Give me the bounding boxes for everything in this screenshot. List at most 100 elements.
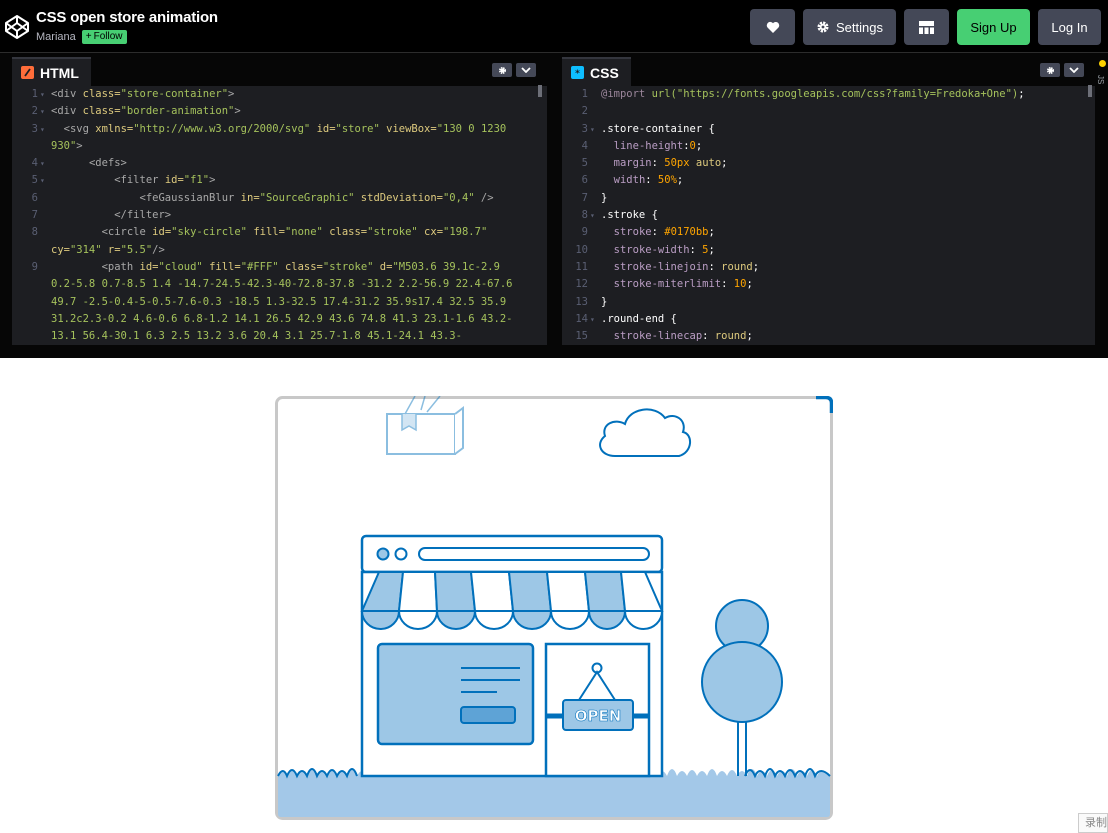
css-settings-button[interactable]	[1040, 63, 1060, 77]
css-editor-controls	[1040, 63, 1084, 77]
fold-arrow-icon[interactable]: ▾	[590, 121, 595, 138]
css-code-line: 12 stroke-miterlimit: 10;	[562, 276, 1095, 293]
editor-resize-bar[interactable]	[0, 345, 1108, 358]
code-text: line-height:0;	[613, 139, 703, 152]
html-editor-header: HTML	[12, 53, 547, 86]
line-number: 7	[581, 191, 588, 204]
fold-arrow-icon[interactable]: ▾	[40, 86, 45, 103]
js-badge-icon	[1099, 60, 1106, 67]
line-number: 7	[31, 209, 38, 222]
line-number: 10	[575, 243, 588, 256]
pen-title: CSS open store animation	[36, 9, 218, 26]
preview-area: OPEN	[0, 358, 1108, 833]
html-language-icon	[21, 66, 34, 79]
html-code-line: 1 ▾ <div class="store-container">	[12, 86, 547, 103]
line-number: 12	[575, 278, 588, 291]
codepen-logo-icon[interactable]	[4, 14, 30, 40]
change-view-button[interactable]	[904, 9, 949, 45]
author-name[interactable]: Mariana	[36, 31, 76, 43]
settings-button[interactable]: Settings	[803, 9, 896, 45]
css-code-line: 8 ▾ .stroke {	[562, 207, 1095, 224]
css-scrollbar[interactable]	[1088, 85, 1092, 97]
css-collapse-button[interactable]	[1064, 63, 1084, 77]
css-code-line: 9 stroke: #0170bb;	[562, 224, 1095, 241]
tab-css[interactable]: * CSS	[562, 57, 631, 86]
author-line: Mariana + Follow	[36, 30, 127, 44]
css-code[interactable]: 1 @import url("https://fonts.googleapis.c…	[562, 86, 1095, 345]
css-code-line: 4 line-height:0;	[562, 138, 1095, 155]
html-collapse-button[interactable]	[516, 63, 536, 77]
sign-up-button[interactable]: Sign Up	[957, 9, 1030, 45]
fold-arrow-icon[interactable]: ▾	[40, 103, 45, 120]
line-number: 13	[575, 295, 588, 308]
line-number: 15	[575, 330, 588, 343]
fold-arrow-icon[interactable]: ▾	[40, 121, 45, 138]
line-number: 6	[31, 191, 38, 204]
css-editor-header: * CSS	[562, 53, 1095, 86]
editor-area: HTML 1 ▾ <div class="store-container"> 2 ▾ <d…	[0, 53, 1108, 345]
store-svg: OPEN	[275, 396, 833, 820]
open-sign-text: OPEN	[575, 707, 622, 725]
svg-text:*: *	[575, 69, 580, 79]
gear-icon	[498, 66, 506, 74]
html-code-line: 5 ▾ <filter id="f1">	[12, 172, 547, 189]
html-code-line: 7 </filter>	[12, 207, 547, 224]
css-code-line: 10 stroke-width: 5;	[562, 242, 1095, 259]
js-collapsed-label[interactable]: JS	[1096, 75, 1105, 84]
fold-arrow-icon[interactable]: ▾	[40, 172, 45, 189]
css-editor[interactable]: * CSS 1 @import url("https://fonts.google…	[562, 53, 1095, 345]
line-number: 6	[581, 174, 588, 187]
log-in-button[interactable]: Log In	[1038, 9, 1101, 45]
code-text: 49.7 -2.5-0.4-5-0.5-7.6-0.3 -18.5 1.3-32…	[51, 295, 507, 308]
fold-arrow-icon[interactable]: ▾	[590, 311, 595, 328]
html-code-line: 8 <circle id="sky-circle" fill="none" cl…	[12, 224, 547, 241]
code-text: stroke-miterlimit: 10;	[613, 278, 753, 291]
line-number: 5	[31, 174, 38, 187]
gear-icon	[817, 21, 829, 33]
js-collapsed-panel[interactable]	[1095, 53, 1108, 345]
fold-arrow-icon[interactable]: ▾	[590, 207, 595, 224]
css-code-line: 6 width: 50%;	[562, 172, 1095, 189]
code-text: .store-container {	[601, 122, 715, 135]
html-code[interactable]: 1 ▾ <div class="store-container"> 2 ▾ <div cl…	[12, 86, 547, 345]
tab-html[interactable]: HTML	[12, 57, 91, 86]
css-language-icon: *	[571, 66, 584, 79]
code-text: <defs>	[88, 157, 127, 170]
code-text: stroke-width: 5;	[613, 243, 715, 256]
code-text: .round-end {	[601, 312, 677, 325]
css-code-line: 14 ▾ .round-end {	[562, 311, 1095, 328]
html-scrollbar[interactable]	[538, 85, 542, 97]
code-text: <path id="cloud" fill="#FFF" class="stro…	[101, 260, 500, 273]
heart-icon	[766, 21, 779, 33]
line-number: 8	[31, 226, 38, 239]
corner-label: 录制	[1078, 813, 1108, 833]
css-code-line: 2	[562, 103, 1095, 120]
html-code-line: 31.2c2.3-0.2 4.6-0.6 6.8-1.2 14.1 26.5 4…	[12, 311, 547, 328]
code-text: <feGaussianBlur in="SourceGraphic" stdDe…	[139, 191, 494, 204]
html-code-line: 6 <feGaussianBlur in="SourceGraphic" std…	[12, 190, 547, 207]
like-button[interactable]	[750, 9, 795, 45]
top-bar: CSS open store animation Mariana + Follo…	[0, 0, 1108, 53]
code-text: <div class="border-animation">	[51, 105, 241, 118]
line-number: 3	[31, 122, 38, 135]
follow-button[interactable]: + Follow	[81, 30, 127, 44]
html-code-line: 9 <path id="cloud" fill="#FFF" class="st…	[12, 259, 547, 276]
html-code-line: 930">	[12, 138, 547, 155]
line-number: 2	[31, 105, 38, 118]
code-text: stroke-linecap: round;	[613, 330, 753, 343]
code-text: @import url("https://fonts.googleapis.co…	[601, 88, 1025, 100]
fold-arrow-icon[interactable]: ▾	[40, 155, 45, 172]
plus-icon: +	[85, 31, 92, 42]
css-code-line: 15 stroke-linecap: round;	[562, 328, 1095, 345]
line-number: 3	[581, 122, 588, 135]
html-editor[interactable]: HTML 1 ▾ <div class="store-container"> 2 ▾ <d…	[12, 53, 547, 345]
html-code-line: cy="314" r="5.5"/>	[12, 242, 547, 259]
follow-label: Follow	[93, 31, 123, 42]
code-text: stroke-linejoin: round;	[613, 260, 760, 273]
line-number: 11	[575, 260, 588, 273]
tab-html-label: HTML	[40, 64, 79, 81]
chevron-down-icon	[1069, 67, 1079, 73]
css-code-line: 1 @import url("https://fonts.googleapis.c…	[562, 86, 1095, 103]
html-settings-button[interactable]	[492, 63, 512, 77]
code-text: }	[601, 295, 608, 308]
